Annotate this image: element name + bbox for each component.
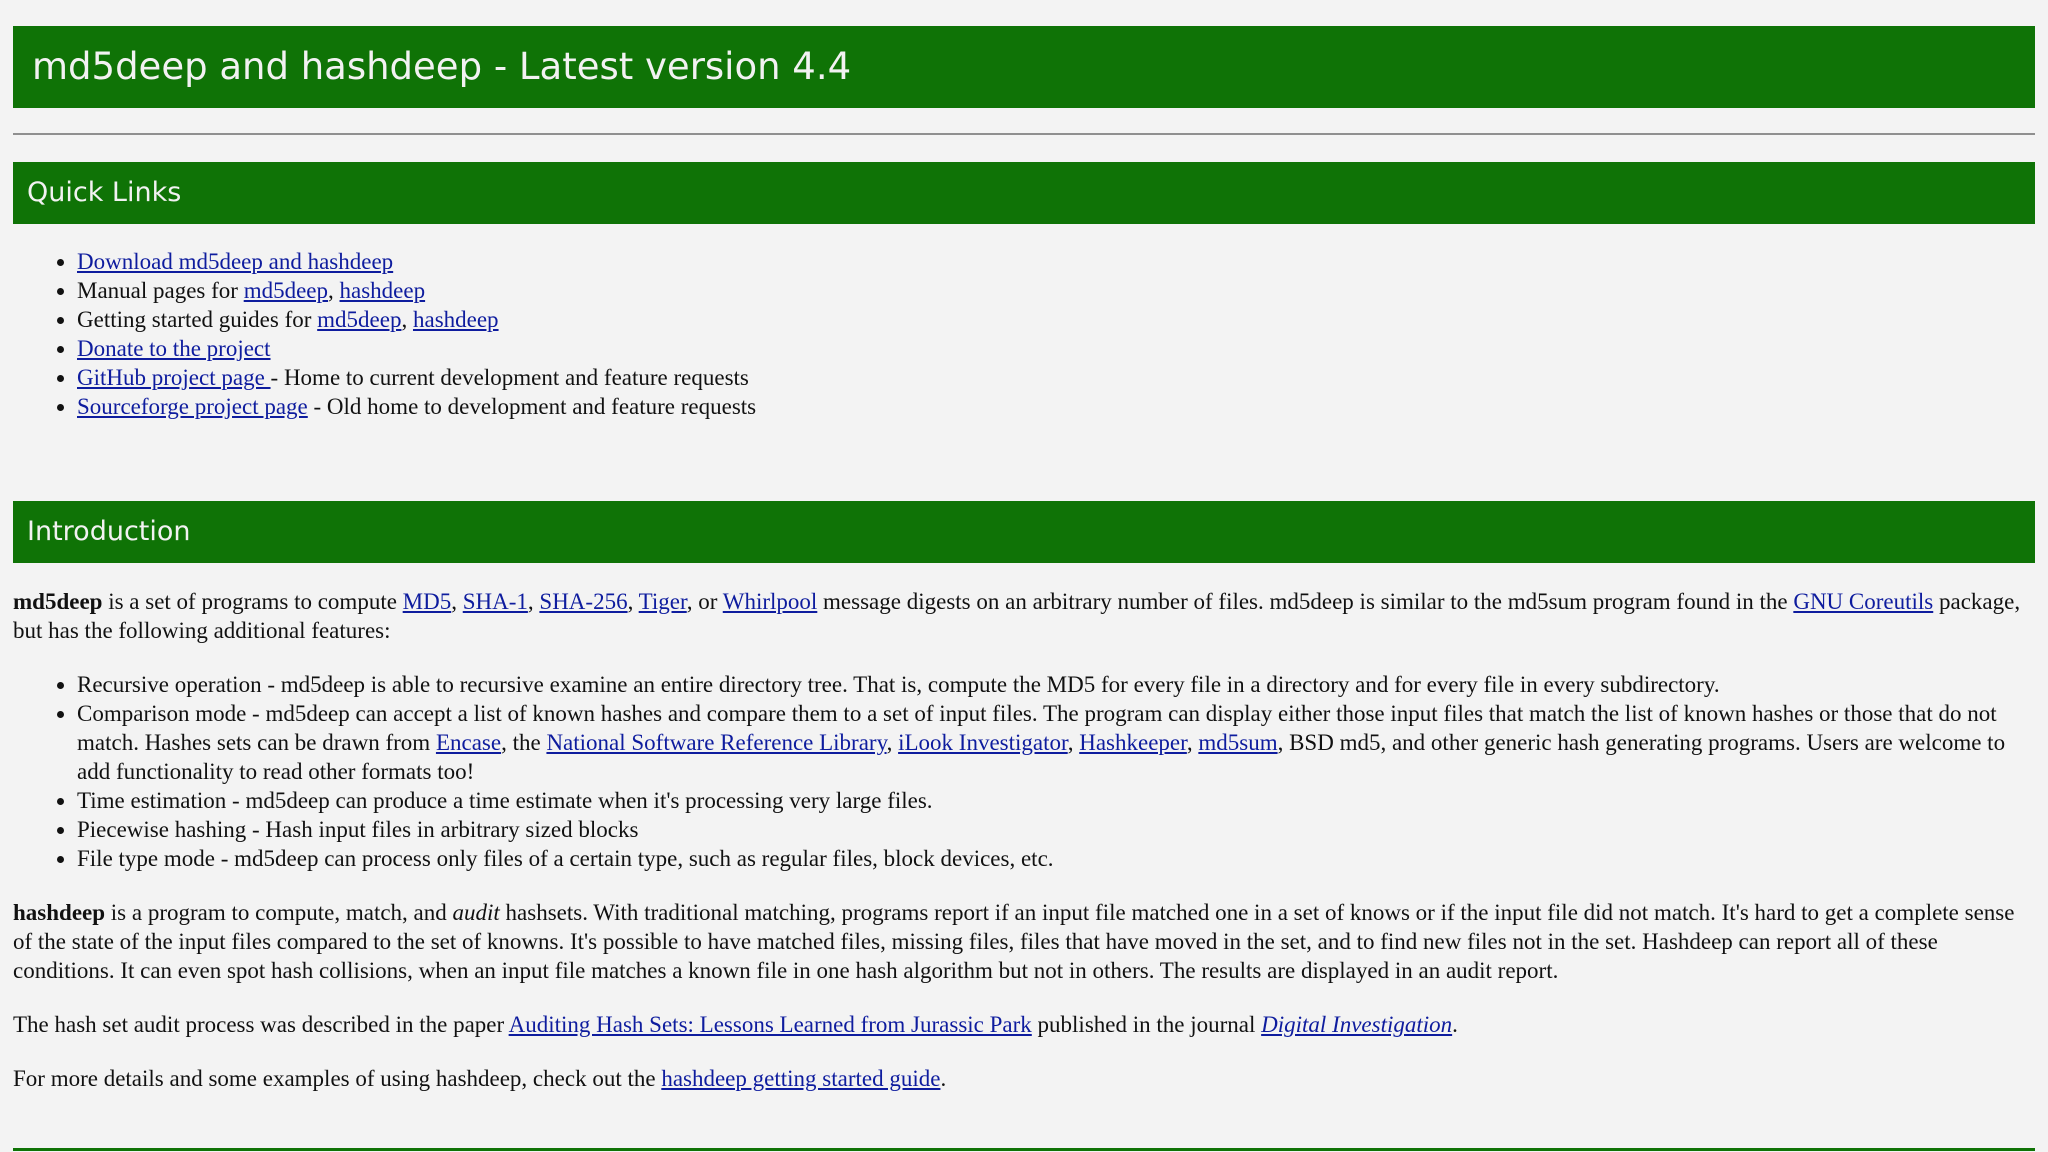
feature-file-type: File type mode - md5deep can process onl… bbox=[77, 844, 2025, 873]
guides-label: Getting started guides for bbox=[77, 307, 318, 332]
list-item: Donate to the project bbox=[77, 334, 2048, 363]
coreutils-link[interactable]: GNU Coreutils bbox=[1793, 589, 1933, 614]
md5sum-link[interactable]: md5sum bbox=[1198, 730, 1277, 755]
md5deep-paragraph: md5deep is a set of programs to compute … bbox=[13, 589, 2021, 643]
tiger-link[interactable]: Tiger bbox=[639, 589, 687, 614]
list-item: Manual pages for md5deep, hashdeep bbox=[77, 276, 2048, 305]
feature-recursive: Recursive operation - md5deep is able to… bbox=[77, 670, 2025, 699]
quick-links-heading: Quick Links bbox=[13, 162, 2035, 224]
audit-paper-paragraph: The hash set audit process was described… bbox=[13, 1012, 1458, 1037]
donate-link[interactable]: Donate to the project bbox=[77, 336, 271, 361]
guide-hashdeep-link[interactable]: hashdeep bbox=[413, 307, 499, 332]
page-title: md5deep and hashdeep - Latest version 4.… bbox=[13, 26, 2035, 108]
list-item: Getting started guides for md5deep, hash… bbox=[77, 305, 2048, 334]
hashdeep-term: hashdeep bbox=[13, 900, 106, 925]
hashdeep-paragraph: hashdeep is a program to compute, match,… bbox=[13, 900, 2015, 983]
introduction-heading: Introduction bbox=[13, 501, 2035, 563]
sha1-link[interactable]: SHA-1 bbox=[463, 589, 528, 614]
ilook-link[interactable]: iLook Investigator bbox=[898, 730, 1068, 755]
manual-hashdeep-link[interactable]: hashdeep bbox=[340, 278, 426, 303]
quick-links-list: Download md5deep and hashdeep Manual pag… bbox=[13, 247, 2048, 421]
github-description: - Home to current development and featur… bbox=[270, 365, 749, 390]
horizontal-divider bbox=[13, 133, 2035, 135]
list-item: Sourceforge project page - Old home to d… bbox=[77, 392, 2048, 421]
sha256-link[interactable]: SHA-256 bbox=[539, 589, 627, 614]
sourceforge-link[interactable]: Sourceforge project page bbox=[77, 394, 308, 419]
encase-link[interactable]: Encase bbox=[436, 730, 501, 755]
download-link[interactable]: Download md5deep and hashdeep bbox=[77, 249, 393, 274]
feature-list: Recursive operation - md5deep is able to… bbox=[13, 670, 2025, 873]
list-item: GitHub project page - Home to current de… bbox=[77, 363, 2048, 392]
journal-link[interactable]: Digital Investigation bbox=[1261, 1012, 1452, 1037]
list-item: Download md5deep and hashdeep bbox=[77, 247, 2048, 276]
guide-paragraph: For more details and some examples of us… bbox=[13, 1066, 947, 1091]
introduction-body: md5deep is a set of programs to compute … bbox=[13, 587, 2025, 1093]
audit-term: audit bbox=[452, 900, 500, 925]
md5-link[interactable]: MD5 bbox=[403, 589, 452, 614]
manual-label: Manual pages for bbox=[77, 278, 244, 303]
guide-md5deep-link[interactable]: md5deep bbox=[317, 307, 401, 332]
feature-time-estimation: Time estimation - md5deep can produce a … bbox=[77, 786, 2025, 815]
manual-md5deep-link[interactable]: md5deep bbox=[244, 278, 328, 303]
hashkeeper-link[interactable]: Hashkeeper bbox=[1079, 730, 1187, 755]
paper-link[interactable]: Auditing Hash Sets: Lessons Learned from… bbox=[509, 1012, 1032, 1037]
sourceforge-description: - Old home to development and feature re… bbox=[307, 394, 757, 419]
md5deep-term: md5deep bbox=[13, 589, 103, 614]
hashdeep-guide-link[interactable]: hashdeep getting started guide bbox=[661, 1066, 940, 1091]
feature-comparison: Comparison mode - md5deep can accept a l… bbox=[77, 699, 2025, 786]
nsrl-link[interactable]: National Software Reference Library bbox=[546, 730, 886, 755]
bottom-divider bbox=[13, 1148, 2035, 1151]
github-link[interactable]: GitHub project page bbox=[77, 365, 271, 390]
whirlpool-link[interactable]: Whirlpool bbox=[723, 589, 818, 614]
feature-piecewise: Piecewise hashing - Hash input files in … bbox=[77, 815, 2025, 844]
